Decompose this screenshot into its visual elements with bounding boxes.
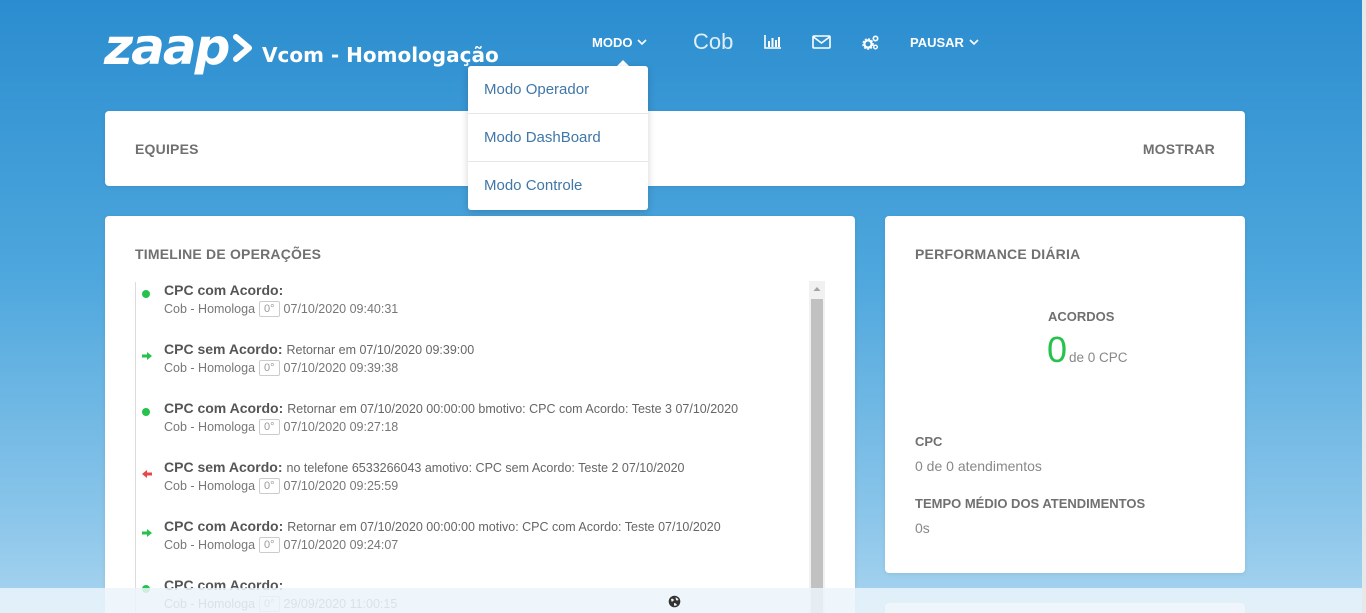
logo-chevron-icon xyxy=(233,34,252,62)
timeline-item-title: CPC sem Acordo: no telefone 6533266043 am… xyxy=(164,459,684,477)
timeline-item-datetime: 07/10/2020 09:39:38 xyxy=(283,361,399,375)
mostrar-button[interactable]: MOSTRAR xyxy=(1143,141,1215,157)
timeline-item-kind: CPC com Acordo: xyxy=(164,400,284,416)
chart-icon[interactable] xyxy=(764,34,782,50)
timeline-item-badge: 0° xyxy=(259,478,280,494)
acordos-value: 0 de 0 CPC xyxy=(1047,332,1128,368)
timeline-item-badge: 0° xyxy=(259,537,280,553)
cpc-value: 0 de 0 atendimentos xyxy=(915,458,1042,474)
cpc-label: CPC xyxy=(915,434,943,449)
timeline-item-title: CPC sem Acordo: Retornar em 07/10/2020 09… xyxy=(164,341,474,359)
timeline-item-datetime: 07/10/2020 09:25:59 xyxy=(283,479,399,493)
timeline-item-kind: CPC com Acordo: xyxy=(164,282,284,298)
timeline-item: CPC com Acordo: Retornar em 07/10/2020 00… xyxy=(135,400,815,459)
status-dot-icon xyxy=(141,289,151,299)
scroll-thumb[interactable] xyxy=(811,299,823,613)
gears-icon[interactable] xyxy=(862,34,880,51)
modo-operador-item[interactable]: Modo Operador xyxy=(468,66,648,114)
pausar-menu[interactable]: PAUSAR xyxy=(910,35,979,50)
timeline-item-datetime: 07/10/2020 09:27:18 xyxy=(283,420,399,434)
timeline-item-kind: CPC com Acordo: xyxy=(164,518,284,534)
timeline-item-datetime: 07/10/2020 09:40:31 xyxy=(283,302,399,316)
timeline-item-desc: no telefone 6533266043 amotivo: CPC sem … xyxy=(286,461,685,475)
acordos-count: 0 xyxy=(1047,329,1068,370)
zaap-logo[interactable]: zaap xyxy=(104,18,254,82)
timeline-item: CPC com Acordo: Cob - Homologa 0° 07/10/202… xyxy=(135,282,815,341)
status-dot-icon xyxy=(141,407,151,417)
timeline-item-desc: Retornar em 07/10/2020 00:00:00 bmotivo:… xyxy=(287,402,739,416)
timeline-item: CPC sem Acordo: no telefone 6533266043 am… xyxy=(135,459,815,518)
chevron-down-icon xyxy=(969,39,979,46)
timeline-item-meta: Cob - Homologa 0° 07/10/2020 09:25:59 xyxy=(164,478,398,494)
modo-dashboard-item[interactable]: Modo DashBoard xyxy=(468,114,648,162)
arrow-right-icon xyxy=(141,348,152,360)
mail-icon[interactable] xyxy=(812,35,831,49)
timeline-item-desc: Retornar em 07/10/2020 00:00:00 motivo: … xyxy=(287,520,721,534)
timeline-item-operator: Cob - Homologa xyxy=(164,479,256,493)
timeline-item-operator: Cob - Homologa xyxy=(164,361,256,375)
timeline-item: CPC sem Acordo: Retornar em 07/10/2020 09… xyxy=(135,341,815,400)
timeline-item-meta: Cob - Homologa 0° 07/10/2020 09:24:07 xyxy=(164,537,398,553)
tma-value: 0s xyxy=(915,520,930,536)
timeline-item-operator: Cob - Homologa xyxy=(164,420,256,434)
modo-menu[interactable]: MODO xyxy=(592,35,648,50)
timeline-item-operator: Cob - Homologa xyxy=(164,302,256,316)
pausar-label: PAUSAR xyxy=(910,35,964,50)
chevron-down-icon xyxy=(637,39,648,46)
timeline-card: TIMELINE DE OPERAÇÕES CPC com Acordo: Cob… xyxy=(105,216,855,613)
timeline-item-title: CPC com Acordo: xyxy=(164,282,287,300)
timeline-scrollbar[interactable] xyxy=(809,281,825,613)
timeline-item-title: CPC com Acordo: Retornar em 07/10/2020 00… xyxy=(164,400,738,418)
timeline-item-badge: 0° xyxy=(259,360,280,376)
timeline-item-meta: Cob - Homologa 0° 07/10/2020 09:27:18 xyxy=(164,419,398,435)
equipes-title: EQUIPES xyxy=(135,141,199,157)
page-footer xyxy=(0,588,1366,613)
performance-card: PERFORMANCE DIÁRIA ACORDOS 0 de 0 CPC CP… xyxy=(885,216,1245,573)
modo-label: MODO xyxy=(592,35,633,50)
performance-title: PERFORMANCE DIÁRIA xyxy=(915,246,1081,262)
acordos-label: ACORDOS xyxy=(1048,309,1115,324)
tma-label: TEMPO MÉDIO DOS ATENDIMENTOS xyxy=(915,496,1146,511)
timeline-list[interactable]: CPC com Acordo: Cob - Homologa 0° 07/10/202… xyxy=(135,282,825,613)
timeline-item: CPC com Acordo: Retornar em 07/10/2020 00… xyxy=(135,518,815,577)
scroll-up-arrow-icon[interactable] xyxy=(809,281,825,298)
timeline-item-desc: Retornar em 07/10/2020 09:39:00 xyxy=(286,343,475,357)
timeline-title: TIMELINE DE OPERAÇÕES xyxy=(135,246,322,262)
logo-text: zaap xyxy=(104,18,230,76)
equipes-card: EQUIPES MOSTRAR xyxy=(105,111,1245,186)
arrow-left-icon xyxy=(141,466,152,478)
timeline-item-meta: Cob - Homologa 0° 07/10/2020 09:39:38 xyxy=(164,360,398,376)
cob-campaign[interactable]: Cob xyxy=(693,29,733,55)
modo-controle-item[interactable]: Modo Controle xyxy=(468,162,648,210)
timeline-item-badge: 0° xyxy=(259,301,280,317)
timeline-item-badge: 0° xyxy=(259,419,280,435)
timeline-item-kind: CPC sem Acordo: xyxy=(164,459,283,475)
acordos-cpc-total: de 0 CPC xyxy=(1069,350,1128,365)
arrow-right-icon xyxy=(141,525,152,537)
page-scrollbar[interactable] xyxy=(1362,0,1366,613)
timeline-item-kind: CPC sem Acordo: xyxy=(164,341,283,357)
modo-dropdown: Modo Operador Modo DashBoard Modo Contro… xyxy=(468,66,648,210)
globe-icon[interactable] xyxy=(668,595,681,608)
timeline-item-operator: Cob - Homologa xyxy=(164,538,256,552)
timeline-item-meta: Cob - Homologa 0° 07/10/2020 09:40:31 xyxy=(164,301,398,317)
timeline-item-title: CPC com Acordo: Retornar em 07/10/2020 00… xyxy=(164,518,721,536)
app-title: Vcom - Homologação xyxy=(262,43,499,67)
timeline-item-datetime: 07/10/2020 09:24:07 xyxy=(283,538,399,552)
